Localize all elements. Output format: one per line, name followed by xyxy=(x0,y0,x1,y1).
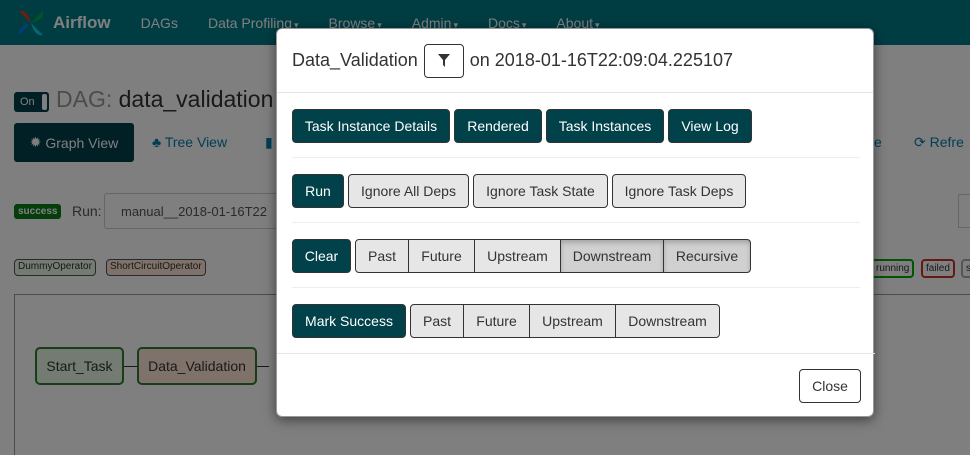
modal-header: Data_Validation on 2018-01-16T22:09:04.2… xyxy=(277,29,873,93)
mark-success-options-group: Past Future Upstream Downstream xyxy=(410,304,720,338)
modal-execution-date: on 2018-01-16T22:09:04.225107 xyxy=(469,50,733,70)
close-button[interactable]: Close xyxy=(799,369,861,403)
clear-upstream-toggle[interactable]: Upstream xyxy=(474,239,561,273)
clear-options-group: Past Future Upstream Downstream Recursiv… xyxy=(355,239,751,273)
filter-upstream-button[interactable] xyxy=(423,43,464,78)
run-button[interactable]: Run xyxy=(292,174,344,208)
clear-recursive-toggle[interactable]: Recursive xyxy=(663,239,751,273)
divider xyxy=(292,157,860,158)
mark-upstream-toggle[interactable]: Upstream xyxy=(529,304,616,338)
ignore-all-deps-toggle[interactable]: Ignore All Deps xyxy=(348,174,469,208)
clear-future-toggle[interactable]: Future xyxy=(408,239,475,273)
task-instance-modal: Data_Validation on 2018-01-16T22:09:04.2… xyxy=(276,28,875,418)
clear-row: Clear Past Future Upstream Downstream Re… xyxy=(292,239,751,273)
rendered-button[interactable]: Rendered xyxy=(454,109,542,143)
mark-past-toggle[interactable]: Past xyxy=(410,304,464,338)
mark-future-toggle[interactable]: Future xyxy=(463,304,530,338)
task-instance-details-button[interactable]: Task Instance Details xyxy=(292,109,450,143)
divider xyxy=(292,222,860,223)
task-instances-button[interactable]: Task Instances xyxy=(546,109,664,143)
filter-icon xyxy=(437,53,450,67)
ignore-task-deps-toggle[interactable]: Ignore Task Deps xyxy=(612,174,746,208)
mark-success-row: Mark Success Past Future Upstream Downst… xyxy=(292,304,720,338)
ignore-task-state-toggle[interactable]: Ignore Task State xyxy=(473,174,608,208)
task-links-row: Task Instance Details Rendered Task Inst… xyxy=(292,109,752,143)
clear-button[interactable]: Clear xyxy=(292,239,351,273)
mark-downstream-toggle[interactable]: Downstream xyxy=(615,304,720,338)
clear-downstream-toggle[interactable]: Downstream xyxy=(560,239,664,273)
mark-success-button[interactable]: Mark Success xyxy=(292,304,406,338)
view-log-button[interactable]: View Log xyxy=(668,109,752,143)
modal-footer: Close xyxy=(277,353,875,418)
divider xyxy=(292,287,860,288)
modal-task-name: Data_Validation xyxy=(292,50,418,70)
clear-past-toggle[interactable]: Past xyxy=(355,239,409,273)
run-row: Run Ignore All Deps Ignore Task State Ig… xyxy=(292,174,746,208)
